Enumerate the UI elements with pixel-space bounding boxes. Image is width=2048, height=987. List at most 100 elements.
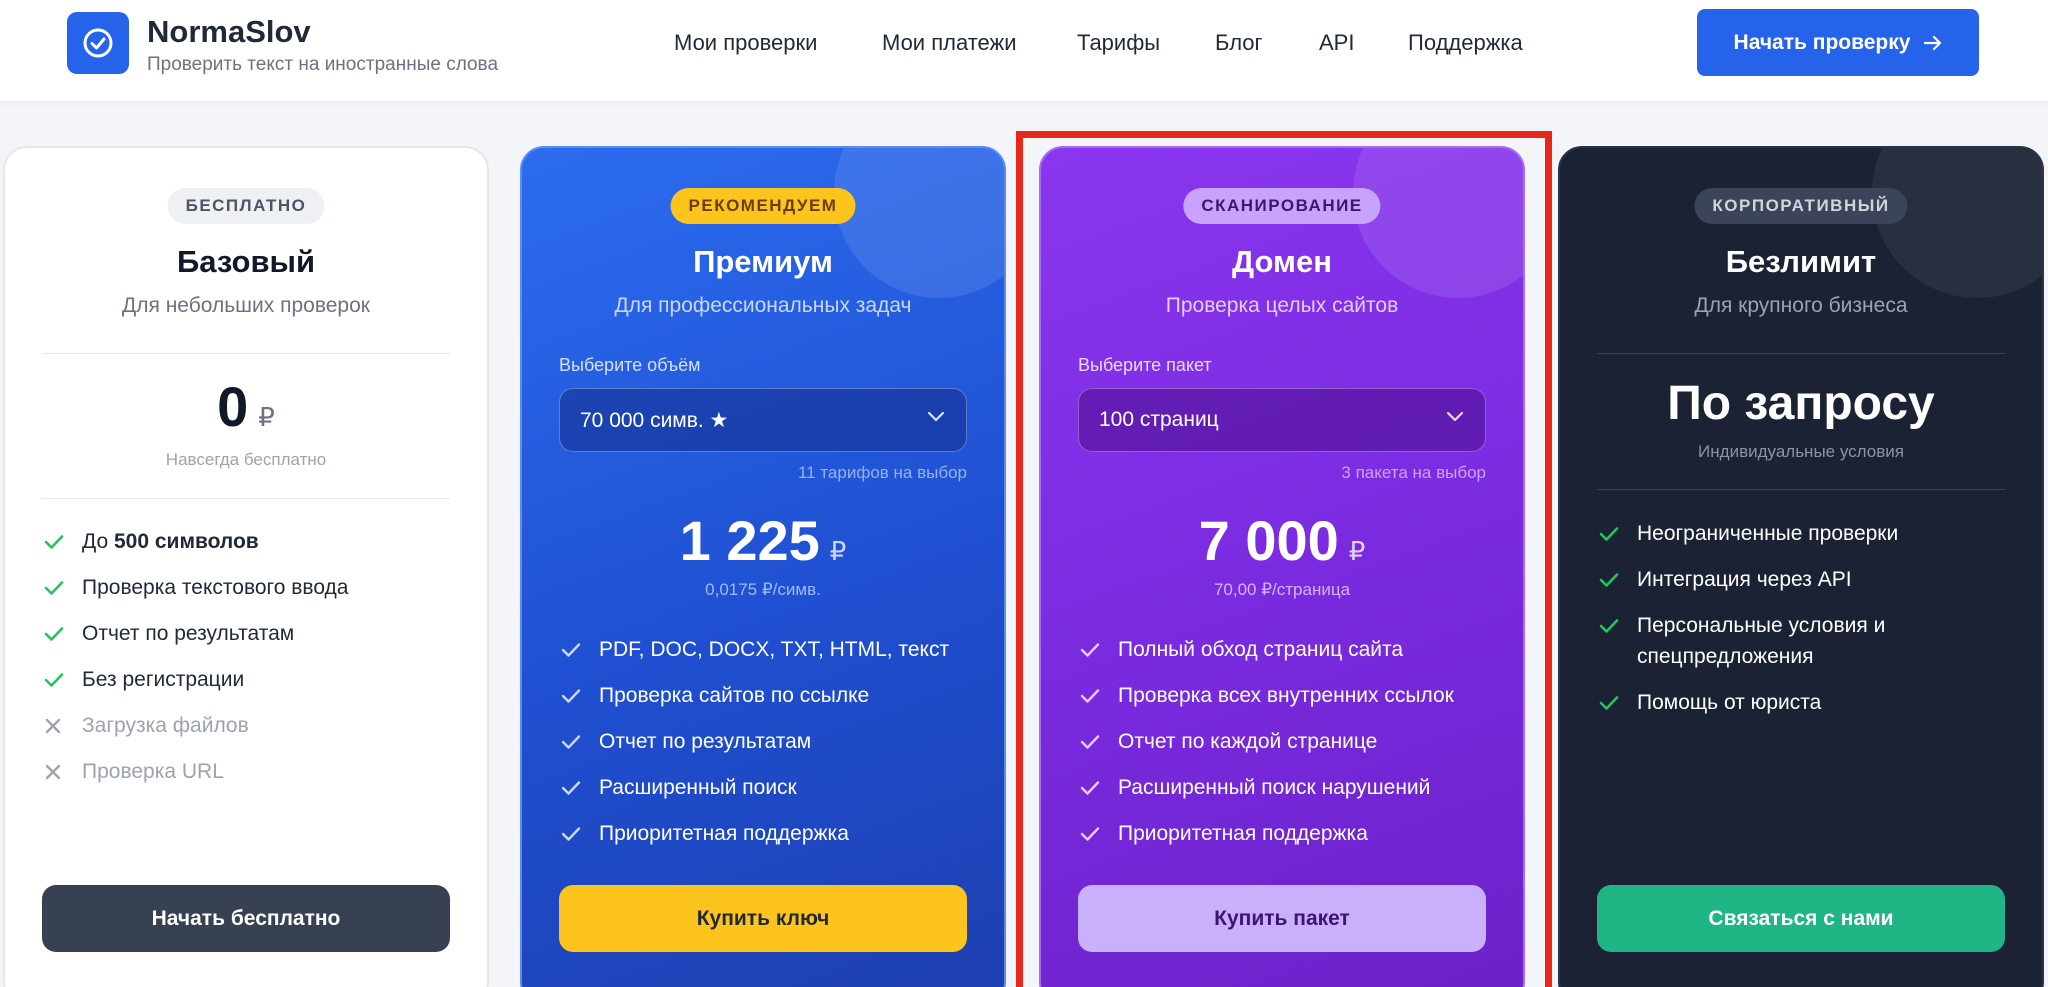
- price-currency: ₽: [829, 536, 847, 566]
- plan-price: По запросу: [1560, 376, 2042, 431]
- feature-item: Неограниченные проверки: [1597, 518, 2012, 549]
- feature-item: Без регистрации: [42, 664, 457, 695]
- feature-item: Помощь от юриста: [1597, 687, 2012, 718]
- feature-text: Персональные условия и спецпредложения: [1637, 614, 1886, 668]
- plan-card-premium: РЕКОМЕНДУЕМ Премиум Для профессиональных…: [520, 146, 1006, 987]
- feature-item: Приоритетная поддержка: [1078, 818, 1493, 849]
- check-icon: [1599, 619, 1619, 633]
- check-icon: [561, 689, 581, 703]
- feature-item: Полный обход страниц сайта: [1078, 634, 1493, 665]
- nav-api[interactable]: API: [1319, 30, 1354, 56]
- plan-title: Безлимит: [1725, 244, 1877, 279]
- start-check-button[interactable]: Начать проверку: [1697, 9, 1979, 76]
- feature-text: Приоритетная поддержка: [1118, 822, 1368, 845]
- volume-select[interactable]: 70 000 симв. ★: [559, 388, 967, 452]
- brand-name[interactable]: NormaSlov: [147, 14, 311, 50]
- package-select[interactable]: 100 страниц: [1078, 388, 1486, 452]
- plan-price: 0 ₽: [5, 374, 487, 439]
- plan-card-domain: СКАНИРОВАНИЕ Домен Проверка целых сайтов…: [1039, 146, 1525, 987]
- contact-us-button[interactable]: Связаться с нами: [1597, 885, 2005, 952]
- feature-text: Проверка сайтов по ссылке: [599, 684, 870, 707]
- feature-item: Расширенный поиск: [559, 772, 974, 803]
- price-value: 0: [217, 375, 249, 438]
- plan-subtitle: Для крупного бизнеса: [1694, 294, 1908, 317]
- price-value: 7 000: [1198, 509, 1339, 572]
- feature-text: Проверка URL: [82, 760, 224, 783]
- price-currency: ₽: [1348, 536, 1366, 566]
- check-icon: [1080, 781, 1100, 795]
- feature-text: PDF, DOC, DOCX, TXT, HTML, текст: [599, 638, 950, 661]
- check-icon: [1599, 527, 1619, 541]
- feature-item-disabled: Проверка URL: [42, 756, 457, 787]
- feature-item: Отчет по результатам: [42, 618, 457, 649]
- feature-item: До 500 символов: [42, 526, 457, 557]
- check-icon: [561, 781, 581, 795]
- feature-item: Персональные условия и спецпредложения: [1597, 610, 1937, 672]
- feature-item: PDF, DOC, DOCX, TXT, HTML, текст: [559, 634, 974, 665]
- check-icon: [1080, 827, 1100, 841]
- feature-text: Неограниченные проверки: [1637, 522, 1899, 545]
- feature-text: Проверка текстового ввода: [82, 576, 349, 599]
- check-icon: [44, 627, 64, 641]
- check-icon: [561, 827, 581, 841]
- feature-list: Полный обход страниц сайта Проверка всех…: [1078, 634, 1493, 864]
- volume-select-label: Выберите объём: [559, 355, 701, 375]
- nav-pricing[interactable]: Тарифы: [1077, 30, 1160, 56]
- package-select-hint: 3 пакета на выбор: [1341, 463, 1486, 482]
- check-icon: [561, 735, 581, 749]
- nav-blog[interactable]: Блог: [1215, 30, 1263, 56]
- feature-item: Расширенный поиск нарушений: [1078, 772, 1493, 803]
- feature-item: Приоритетная поддержка: [559, 818, 974, 849]
- logo[interactable]: [67, 12, 129, 74]
- price-currency: ₽: [258, 402, 275, 432]
- feature-text: Отчет по результатам: [599, 730, 812, 753]
- plan-title: Базовый: [176, 244, 316, 279]
- feature-limit: 500 символов: [113, 530, 259, 553]
- divider: [42, 353, 450, 354]
- arrow-right-icon: [1924, 35, 1942, 50]
- plan-subtitle: Для небольших проверок: [122, 294, 370, 317]
- buy-key-button[interactable]: Купить ключ: [559, 885, 967, 952]
- feature-text: Проверка всех внутренних ссылок: [1118, 684, 1454, 707]
- plan-badge: РЕКОМЕНДУЕМ: [670, 188, 856, 224]
- divider: [42, 498, 450, 499]
- price-value: 1 225: [679, 509, 820, 572]
- feature-text: Без регистрации: [82, 668, 245, 691]
- check-icon: [44, 673, 64, 687]
- plan-badge: КОРПОРАТИВНЫЙ: [1694, 188, 1908, 224]
- feature-text: Интеграция через API: [1637, 568, 1852, 591]
- divider: [1597, 353, 2005, 354]
- brand-tagline: Проверить текст на иностранные слова: [147, 54, 499, 75]
- nav-my-checks[interactable]: Мои проверки: [674, 30, 817, 56]
- check-icon: [1599, 573, 1619, 587]
- feature-text: Расширенный поиск нарушений: [1118, 776, 1431, 799]
- nav-support[interactable]: Поддержка: [1408, 30, 1523, 56]
- plan-badge: БЕСПЛАТНО: [167, 188, 325, 224]
- feature-text: Загрузка файлов: [82, 714, 249, 737]
- plan-title: Премиум: [693, 244, 833, 279]
- feature-item: Отчет по результатам: [559, 726, 974, 757]
- feature-prefix: До: [82, 530, 114, 553]
- nav-my-payments[interactable]: Мои платежи: [882, 30, 1017, 56]
- check-icon: [1080, 735, 1100, 749]
- plan-subtitle: Проверка целых сайтов: [1165, 294, 1399, 317]
- buy-package-button[interactable]: Купить пакет: [1078, 885, 1486, 952]
- feature-item: Проверка всех внутренних ссылок: [1078, 680, 1493, 711]
- chevron-down-icon: [1446, 411, 1464, 422]
- check-icon: [44, 535, 64, 549]
- feature-text: Расширенный поиск: [599, 776, 797, 799]
- start-free-button[interactable]: Начать бесплатно: [42, 885, 450, 952]
- feature-list: Неограниченные проверки Интеграция через…: [1597, 518, 2012, 733]
- price-note: 70,00 ₽/страница: [1213, 580, 1351, 599]
- package-select-value: 100 страниц: [1099, 408, 1219, 431]
- top-header: NormaSlov Проверить текст на иностранные…: [0, 0, 2048, 102]
- check-icon: [1080, 643, 1100, 657]
- feature-item: Проверка текстового ввода: [42, 572, 457, 603]
- plan-title: Домен: [1232, 244, 1332, 279]
- plan-subtitle: Для профессиональных задач: [614, 294, 912, 317]
- divider: [1597, 489, 2005, 490]
- volume-select-value: 70 000 симв. ★: [580, 408, 729, 432]
- feature-item: Интеграция через API: [1597, 564, 2012, 595]
- feature-list: PDF, DOC, DOCX, TXT, HTML, текст Проверк…: [559, 634, 974, 864]
- price-note: Индивидуальные условия: [1698, 442, 1904, 461]
